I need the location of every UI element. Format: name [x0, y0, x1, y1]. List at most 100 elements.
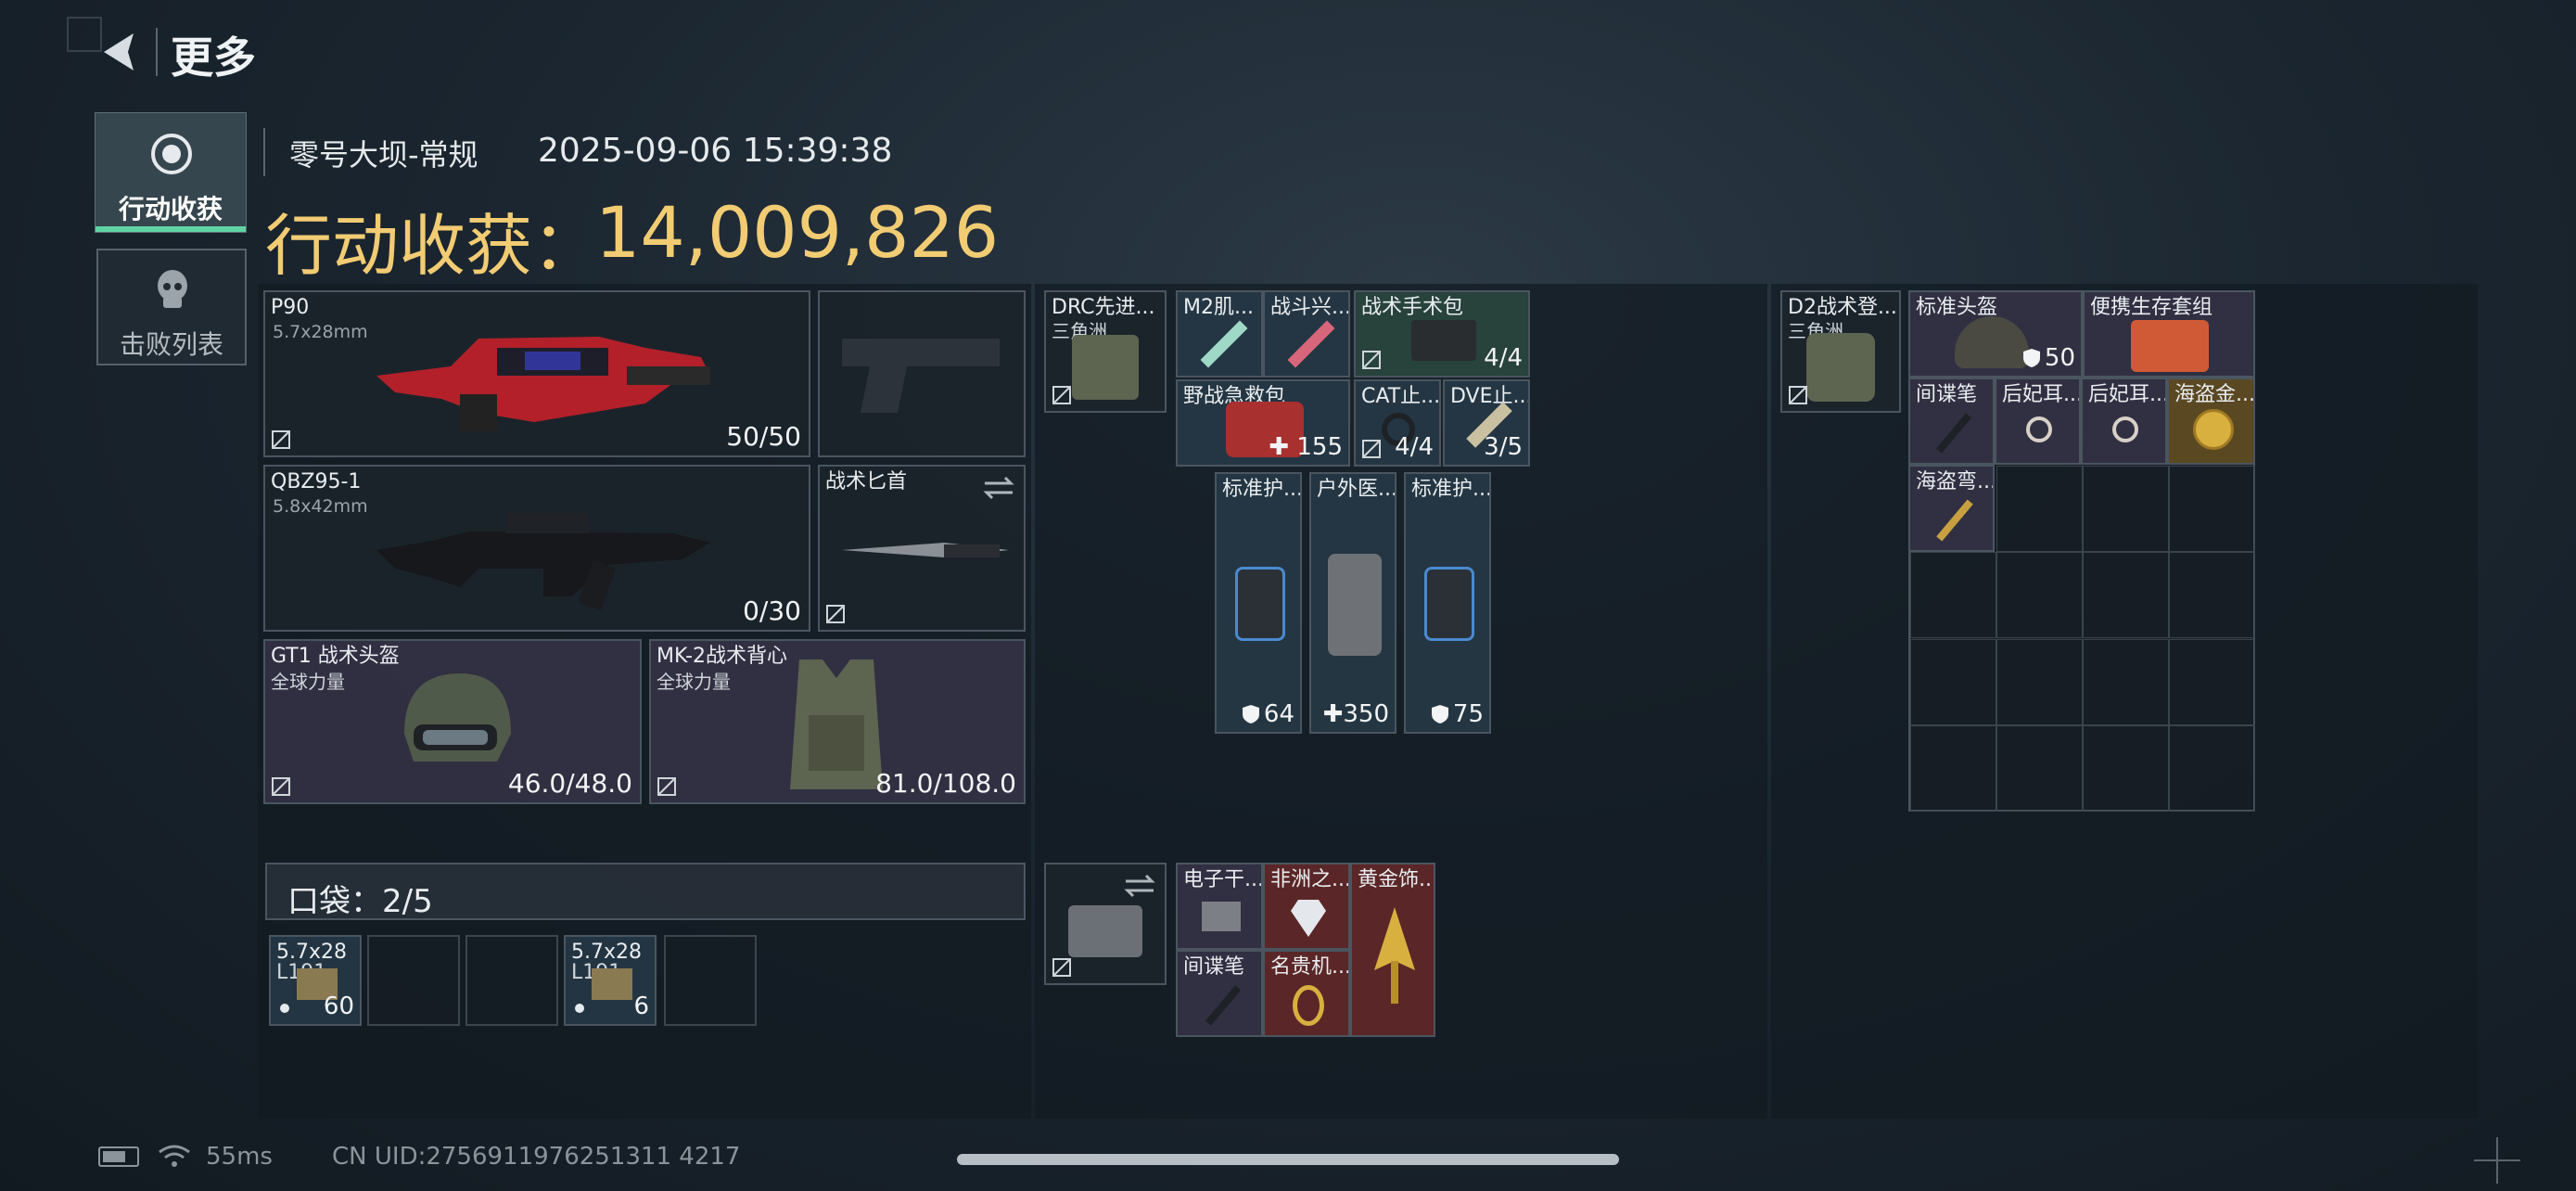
- shield-icon: [1431, 705, 1448, 724]
- backpack-item-spy-pen[interactable]: 间谍笔: [1908, 378, 1995, 465]
- tab-label: 行动收获: [118, 194, 223, 224]
- helmet-slot[interactable]: GT1 战术头盔 全球力量 46.0/48.0: [263, 639, 642, 804]
- weapon-name: QBZ95-1: [271, 470, 362, 493]
- backpack-item-survival-kit[interactable]: 便携生存套组: [2083, 290, 2255, 378]
- case-item-africa-heart[interactable]: 非洲之...: [1263, 863, 1350, 950]
- device-icon: [1202, 902, 1241, 931]
- grid-cell[interactable]: [2169, 552, 2255, 638]
- unlinked-icon: [1362, 351, 1381, 369]
- item-count-value: 155: [1296, 433, 1343, 461]
- chest-rig-slot[interactable]: DRC先进... 三角洲: [1044, 290, 1167, 413]
- gold-coin-icon: [2193, 409, 2234, 450]
- pocket-slot-3[interactable]: [465, 935, 558, 1026]
- rig-item-dve[interactable]: DVE止... 3/5: [1443, 379, 1530, 467]
- grid-cell[interactable]: [2083, 466, 2169, 552]
- grid-cell[interactable]: [1910, 639, 1996, 725]
- swap-icon[interactable]: [981, 474, 1016, 502]
- backpack-item-helmet[interactable]: 标准头盔 50: [1908, 290, 2083, 378]
- back-button[interactable]: [93, 24, 148, 80]
- item-name: 间谍笔: [1183, 955, 1245, 979]
- watch-icon: [1293, 985, 1324, 1026]
- rig-item-outdoor-med[interactable]: 户外医... ✚350: [1309, 472, 1396, 734]
- unlinked-icon: [1362, 440, 1381, 458]
- ammo-box-icon: [592, 968, 632, 1000]
- grid-cell[interactable]: [1996, 552, 2083, 638]
- pocket-label: 口袋：2/5: [287, 883, 433, 920]
- pistol-slot[interactable]: [818, 290, 1026, 457]
- item-name: 标准护...: [1222, 478, 1302, 501]
- battery-icon: [98, 1146, 139, 1167]
- primary-weapon-slot[interactable]: P90 5.7x28mm 50/50: [263, 290, 810, 457]
- backpack-item-earring-1[interactable]: 后妃耳...: [1995, 378, 2081, 465]
- grid-cell[interactable]: [1910, 552, 1996, 638]
- item-name: 后妃耳...: [2002, 383, 2081, 406]
- item-name: 海盗金...: [2174, 383, 2255, 406]
- armor-repair-icon: [1424, 567, 1474, 641]
- grid-cell[interactable]: [1996, 725, 2083, 812]
- backpack-item-pirate-coin[interactable]: 海盗金...: [2167, 378, 2255, 465]
- safe-case-slot[interactable]: [1044, 863, 1167, 985]
- item-count: 50: [2022, 344, 2075, 372]
- grid-cell[interactable]: [1996, 466, 2083, 552]
- rig-item-surgery-kit[interactable]: 战术手术包 4/4: [1354, 290, 1530, 378]
- grid-cell[interactable]: [2083, 725, 2169, 812]
- grid-cell[interactable]: [2083, 552, 2169, 638]
- item-name: 间谍笔: [1916, 383, 1978, 406]
- rig-item-armor-plate-1[interactable]: 标准护... 64: [1215, 472, 1302, 734]
- backpack-item-pirate-saber[interactable]: 海盗弯...: [1908, 465, 1995, 552]
- grid-cell[interactable]: [2169, 725, 2255, 812]
- rig-item-field-aid[interactable]: 野战急救包 ✚ 155: [1176, 379, 1350, 467]
- helmet-icon: [404, 673, 511, 762]
- ammo-count: 50/50: [726, 421, 801, 452]
- unlinked-icon: [272, 430, 290, 449]
- gold-ornament-icon: [1374, 907, 1415, 1004]
- pocket-slot-5[interactable]: [664, 935, 757, 1026]
- pocket-slot-1[interactable]: 5.7x28 L191 60: [269, 935, 362, 1026]
- case-item-gold-ornament[interactable]: 黄金饰...: [1350, 863, 1435, 1037]
- backpack-slot[interactable]: D2战术登... 三角洲: [1780, 290, 1901, 413]
- rig-item-cat[interactable]: CAT止... 4/4: [1354, 379, 1441, 467]
- vest-name: MK-2战术背心: [657, 645, 788, 668]
- item-name: 电子干...: [1183, 868, 1263, 891]
- weapon-name: P90: [271, 296, 310, 319]
- surgery-kit-icon: [1411, 320, 1476, 361]
- item-count-value: 75: [1452, 700, 1484, 728]
- grid-cell[interactable]: [2083, 639, 2169, 725]
- backpack-item-earring-2[interactable]: 后妃耳...: [2081, 378, 2167, 465]
- grid-cell[interactable]: [2169, 466, 2255, 552]
- grid-cell[interactable]: [1996, 639, 2083, 725]
- grid-cell[interactable]: [1910, 725, 1996, 812]
- helmet-brand: 全球力量: [271, 671, 345, 693]
- melee-slot[interactable]: 战术匕首: [818, 465, 1026, 632]
- vest-slot[interactable]: MK-2战术背心 全球力量 81.0/108.0: [649, 639, 1026, 804]
- item-name: M2肌...: [1183, 296, 1254, 319]
- item-count: ✚ 155: [1269, 433, 1343, 461]
- pocket-slot-4[interactable]: 5.7x28 L191 6: [564, 935, 657, 1026]
- pocket-header: 口袋：2/5: [265, 863, 1026, 920]
- rig-item-stim[interactable]: 战斗兴...: [1263, 290, 1350, 378]
- item-count: 4/4: [1484, 344, 1523, 372]
- tab-action-harvest[interactable]: 行动收获: [95, 112, 247, 233]
- qbz95-rifle-icon: [376, 513, 710, 610]
- swap-icon[interactable]: [1122, 872, 1157, 900]
- grid-cell[interactable]: [2169, 639, 2255, 725]
- knife-icon: [842, 543, 1009, 557]
- case-item-electronic[interactable]: 电子干...: [1176, 863, 1263, 950]
- tab-defeat-list[interactable]: 击败列表: [96, 249, 247, 365]
- rig-item-armor-plate-2[interactable]: 标准护... 75: [1404, 472, 1491, 734]
- tab-label: 击败列表: [119, 329, 223, 360]
- header-divider: [156, 28, 158, 76]
- medkit-bag-icon: [1328, 554, 1382, 656]
- home-indicator[interactable]: [957, 1154, 1619, 1165]
- secondary-weapon-slot[interactable]: QBZ95-1 5.8x42mm 0/30: [263, 465, 810, 632]
- case-item-spy-pen[interactable]: 间谍笔: [1176, 950, 1263, 1037]
- dot-icon: [575, 1004, 584, 1013]
- ammo-count: 6: [633, 992, 649, 1020]
- rig-item-m2[interactable]: M2肌...: [1176, 290, 1263, 378]
- wifi-icon: [159, 1145, 190, 1167]
- pocket-slot-2[interactable]: [367, 935, 460, 1026]
- chest-rig-icon: [1072, 335, 1139, 400]
- vest-brand: 全球力量: [657, 671, 731, 693]
- vest-durability: 81.0/108.0: [875, 768, 1016, 799]
- case-item-luxury-watch[interactable]: 名贵机...: [1263, 950, 1350, 1037]
